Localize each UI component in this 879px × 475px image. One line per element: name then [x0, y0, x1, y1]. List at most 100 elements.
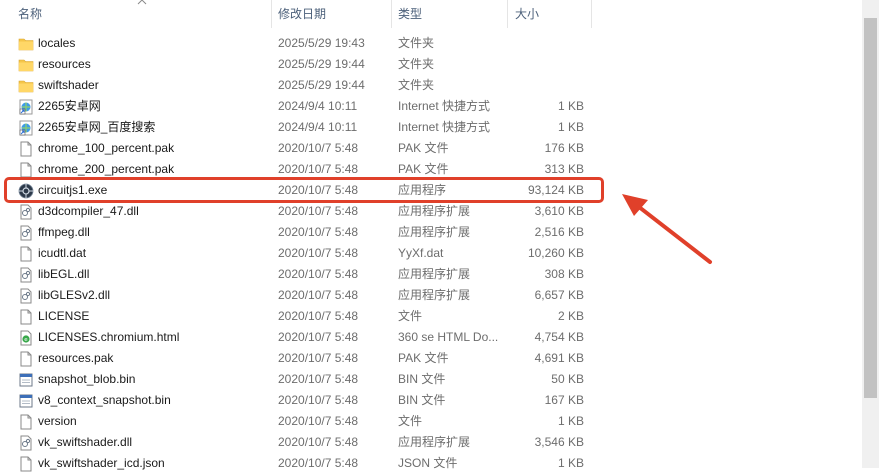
file-type: PAK 文件	[398, 141, 449, 155]
file-icon	[18, 309, 34, 325]
column-name[interactable]: 名称	[18, 0, 42, 28]
file-name: vk_swiftshader.dll	[38, 435, 133, 449]
file-type: PAK 文件	[398, 351, 449, 365]
file-size: 2 KB	[557, 309, 584, 323]
file-date: 2020/10/7 5:48	[278, 393, 359, 407]
file-name: LICENSES.chromium.html	[38, 330, 180, 344]
file-type: 文件夹	[398, 36, 435, 50]
file-row[interactable]: d3dcompiler_47.dll 2020/10/7 5:48 应用程序扩展 3,…	[0, 201, 862, 222]
file-size: 4,691 KB	[534, 351, 584, 365]
file-row[interactable]: LICENSE 2020/10/7 5:48 文件 2 KB	[0, 306, 862, 327]
file-name: vk_swiftshader_icd.json	[38, 456, 165, 470]
file-date: 2025/5/29 19:44	[278, 57, 365, 71]
file-row[interactable]: icudtl.dat 2020/10/7 5:48 YyXf.dat 10,260 K…	[0, 243, 862, 264]
file-type: 应用程序扩展	[398, 267, 471, 281]
file-name: resources	[38, 57, 91, 71]
file-row[interactable]: locales 2025/5/29 19:43 文件夹	[0, 33, 862, 54]
file-row[interactable]: libGLESv2.dll 2020/10/7 5:48 应用程序扩展 6,657 K…	[0, 285, 862, 306]
file-name: libGLESv2.dll	[38, 288, 111, 302]
file-type: 文件	[398, 414, 423, 428]
file-name: version	[38, 414, 77, 428]
column-type[interactable]: 类型	[398, 0, 422, 28]
file-date: 2020/10/7 5:48	[278, 246, 359, 260]
file-row[interactable]: swiftshader 2025/5/29 19:44 文件夹	[0, 75, 862, 96]
file-type: 应用程序扩展	[398, 225, 471, 239]
file-name: d3dcompiler_47.dll	[38, 204, 139, 218]
file-date: 2020/10/7 5:48	[278, 225, 359, 239]
html-icon: e	[18, 330, 34, 346]
file-size: 4,754 KB	[534, 330, 584, 344]
column-divider[interactable]	[271, 0, 272, 28]
file-name: ffmpeg.dll	[38, 225, 90, 239]
file-row[interactable]: v8_context_snapshot.bin 2020/10/7 5:48 BIN…	[0, 390, 862, 411]
file-row[interactable]: vk_swiftshader.dll 2020/10/7 5:48 应用程序扩展 3,…	[0, 432, 862, 453]
file-name: 2265安卓网_百度搜索	[38, 120, 156, 134]
file-icon	[18, 351, 34, 367]
file-size: 176 KB	[544, 141, 584, 155]
column-size[interactable]: 大小	[515, 0, 539, 28]
file-size: 1 KB	[557, 414, 584, 428]
column-header: 名称 修改日期 类型 大小	[0, 0, 862, 28]
file-type: 应用程序扩展	[398, 288, 471, 302]
file-row[interactable]: chrome_100_percent.pak 2020/10/7 5:48 PAK …	[0, 138, 862, 159]
folder-icon	[18, 36, 34, 52]
scrollbar-thumb[interactable]	[864, 18, 877, 398]
file-name: snapshot_blob.bin	[38, 372, 136, 386]
file-row[interactable]: libEGL.dll 2020/10/7 5:48 应用程序扩展 308 KB	[0, 264, 862, 285]
file-size: 1 KB	[557, 99, 584, 113]
file-name: locales	[38, 36, 76, 50]
file-name: swiftshader	[38, 78, 99, 92]
column-divider[interactable]	[507, 0, 508, 28]
internet-shortcut-icon	[18, 120, 34, 136]
file-type: BIN 文件	[398, 372, 446, 386]
file-row[interactable]: 2265安卓网 2024/9/4 10:11 Internet 快捷方式 1 KB	[0, 96, 862, 117]
file-type: 文件	[398, 309, 423, 323]
file-date: 2020/10/7 5:48	[278, 372, 359, 386]
dll-icon	[18, 288, 34, 304]
file-name: 2265安卓网	[38, 99, 101, 113]
file-date: 2025/5/29 19:44	[278, 78, 365, 92]
file-type: 应用程序扩展	[398, 435, 471, 449]
file-date: 2020/10/7 5:48	[278, 141, 359, 155]
file-icon	[18, 141, 34, 157]
column-divider[interactable]	[391, 0, 392, 28]
dll-icon	[18, 204, 34, 220]
file-row[interactable]: resources 2025/5/29 19:44 文件夹	[0, 54, 862, 75]
file-date: 2020/10/7 5:48	[278, 330, 359, 344]
file-row[interactable]: e LICENSES.chromium.html 2020/10/7 5:48 360…	[0, 327, 862, 348]
file-type: BIN 文件	[398, 393, 446, 407]
file-type: Internet 快捷方式	[398, 120, 491, 134]
sort-ascending-icon	[137, 0, 147, 5]
file-date: 2020/10/7 5:48	[278, 435, 359, 449]
file-date: 2020/10/7 5:48	[278, 288, 359, 302]
file-type: 应用程序扩展	[398, 204, 471, 218]
column-date[interactable]: 修改日期	[278, 0, 326, 28]
file-name: chrome_100_percent.pak	[38, 141, 175, 155]
file-name: LICENSE	[38, 309, 90, 323]
file-type: YyXf.dat	[398, 246, 444, 260]
file-row[interactable]: ffmpeg.dll 2020/10/7 5:48 应用程序扩展 2,516 KB	[0, 222, 862, 243]
file-icon	[18, 414, 34, 430]
file-date: 2020/10/7 5:48	[278, 456, 359, 470]
file-size: 2,516 KB	[534, 225, 584, 239]
file-row[interactable]: snapshot_blob.bin 2020/10/7 5:48 BIN 文件 50 …	[0, 369, 862, 390]
file-date: 2024/9/4 10:11	[278, 99, 358, 113]
bin-icon	[18, 393, 34, 409]
file-date: 2024/9/4 10:11	[278, 120, 358, 134]
file-size: 308 KB	[544, 267, 584, 281]
file-row[interactable]: vk_swiftshader_icd.json 2020/10/7 5:48 JSO…	[0, 453, 862, 474]
highlight-box	[4, 177, 604, 203]
file-row[interactable]: 2265安卓网_百度搜索 2024/9/4 10:11 Internet 快捷方式 1…	[0, 117, 862, 138]
dll-icon	[18, 225, 34, 241]
file-date: 2020/10/7 5:48	[278, 204, 359, 218]
file-type: 文件夹	[398, 57, 435, 71]
file-size: 3,546 KB	[534, 435, 584, 449]
column-divider[interactable]	[591, 0, 592, 28]
file-name: icudtl.dat	[38, 246, 87, 260]
file-size: 1 KB	[557, 120, 584, 134]
file-name: resources.pak	[38, 351, 114, 365]
file-row[interactable]: version 2020/10/7 5:48 文件 1 KB	[0, 411, 862, 432]
file-row[interactable]: resources.pak 2020/10/7 5:48 PAK 文件 4,691 K…	[0, 348, 862, 369]
folder-icon	[18, 57, 34, 73]
file-size: 6,657 KB	[534, 288, 584, 302]
